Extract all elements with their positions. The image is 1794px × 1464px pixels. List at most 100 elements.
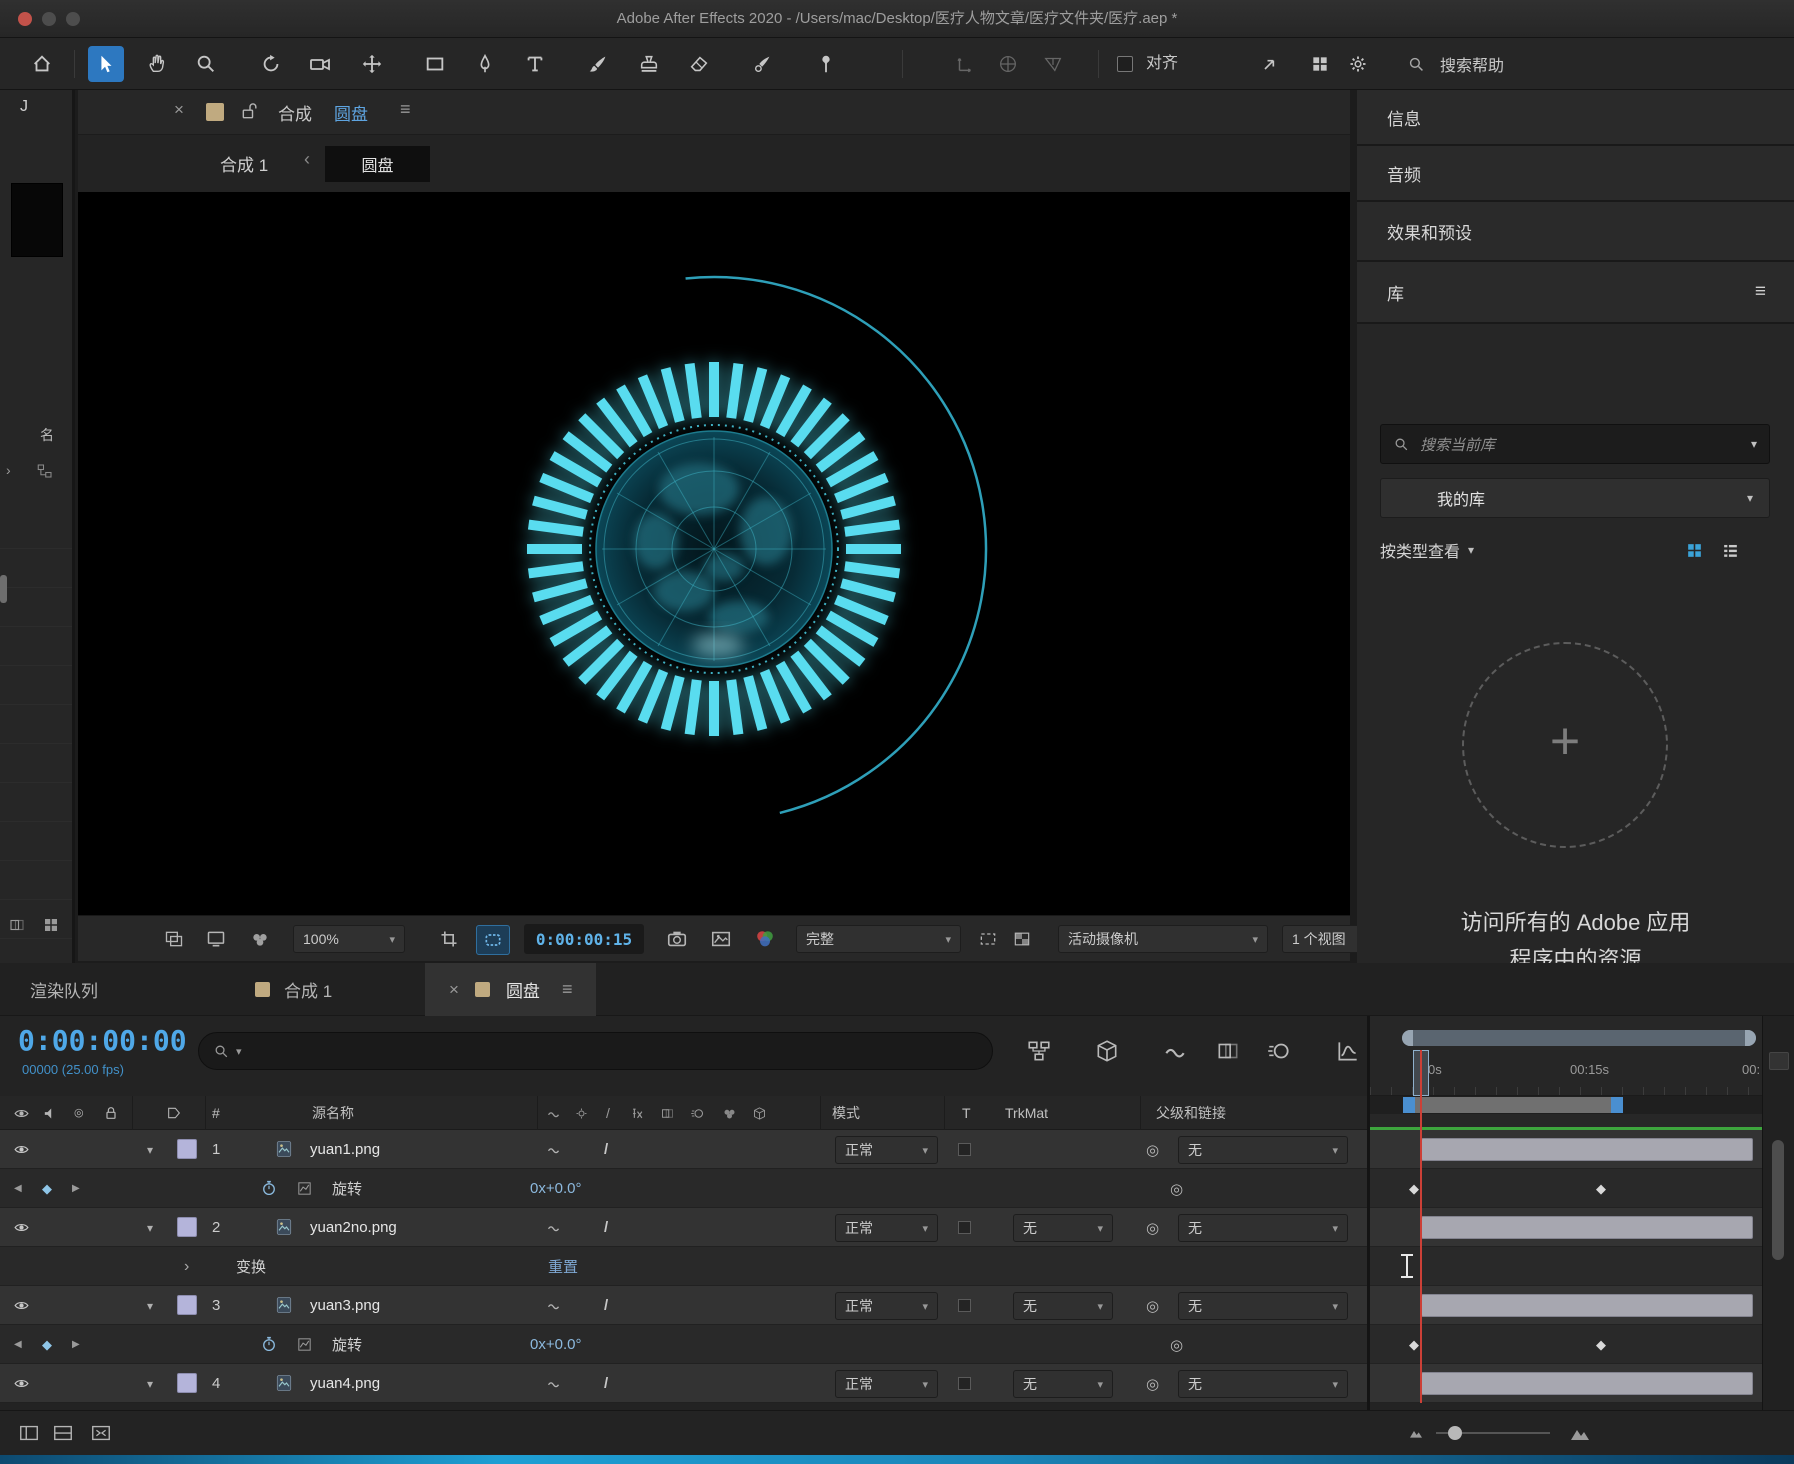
scrollbar-thumb[interactable] <box>0 575 7 603</box>
source-name-header[interactable]: 源名称 <box>312 1096 354 1130</box>
graph-toggle-icon[interactable] <box>296 1180 313 1197</box>
panel-menu-icon[interactable]: ≡ <box>400 99 411 120</box>
property-name[interactable]: 旋转 <box>332 1325 362 1364</box>
draft-3d-icon[interactable] <box>1094 1038 1120 1064</box>
rotation-property-row-1[interactable]: ◀ ◆ ▶ 旋转 0x+0.0° ◎ <box>0 1169 1367 1208</box>
layer-row-2[interactable]: ▾ 2 yuan2no.png / 正常 ▾ 无 ▾ ◎ 无 ▾ <box>0 1208 1367 1247</box>
pick-whip-icon[interactable]: ◎ <box>1146 1364 1159 1403</box>
blend-mode-dropdown[interactable]: 正常 ▾ <box>835 1136 938 1164</box>
transfer-controls-pane-toggle[interactable] <box>52 1422 74 1444</box>
layer-duration-bar[interactable] <box>1421 1372 1753 1395</box>
resolution-dropdown[interactable]: 完整 ▾ <box>796 925 961 953</box>
visibility-toggle[interactable] <box>13 1375 30 1392</box>
panel-menu-icon[interactable]: ≡ <box>1755 281 1766 303</box>
shy-switch[interactable] <box>546 1376 561 1391</box>
index-column-header[interactable]: # <box>212 1096 220 1130</box>
axis-mode-view[interactable] <box>1035 46 1071 82</box>
in-out-pane-toggle[interactable] <box>90 1422 112 1444</box>
work-area-bar[interactable] <box>1410 1097 1618 1113</box>
grid-view-icon[interactable] <box>1685 541 1704 560</box>
expand-arrow[interactable]: › <box>6 462 11 478</box>
blend-mode-dropdown[interactable]: 正常 ▾ <box>835 1214 938 1242</box>
work-area-start-handle[interactable] <box>1403 1097 1415 1113</box>
tab-comp-1[interactable]: 合成 1 <box>255 963 332 1016</box>
keyframe-indicator[interactable]: ◆ <box>42 1325 52 1364</box>
channel-dots-icon[interactable] <box>250 929 270 949</box>
panel-tab-audio[interactable]: 音频 <box>1357 146 1794 202</box>
panel-menu-icon[interactable]: ≡ <box>562 979 573 1000</box>
property-name[interactable]: 旋转 <box>332 1169 362 1208</box>
quality-switch[interactable]: / <box>604 1208 608 1247</box>
brush-tool[interactable] <box>580 46 616 82</box>
view-by-type-label[interactable]: 按类型查看 <box>1380 538 1460 562</box>
layer-switches-pane-toggle[interactable] <box>18 1422 40 1444</box>
pan-behind-tool[interactable] <box>354 46 390 82</box>
transform-group-label[interactable]: 变换 <box>236 1247 266 1286</box>
name-column-header[interactable]: 名 <box>40 425 54 445</box>
pick-whip-icon[interactable]: ◎ <box>1170 1325 1183 1364</box>
rotation-property-row-3[interactable]: ◀ ◆ ▶ 旋转 0x+0.0° ◎ <box>0 1325 1367 1364</box>
fx-switch-icon[interactable] <box>630 1106 645 1121</box>
zoom-in-icon[interactable] <box>1568 1421 1592 1445</box>
parent-dropdown[interactable]: 无 ▾ <box>1178 1292 1348 1320</box>
composition-item-icon[interactable] <box>36 462 54 480</box>
audio-column-icon[interactable] <box>42 1105 59 1122</box>
selection-tool[interactable] <box>88 46 124 82</box>
preserve-transparency-toggle[interactable] <box>958 1377 971 1390</box>
comp-tab-name[interactable]: 圆盘 <box>334 100 368 125</box>
layer-duration-bar[interactable] <box>1421 1294 1753 1317</box>
adjustment-switch-icon[interactable] <box>722 1106 737 1121</box>
graph-editor-icon[interactable] <box>1335 1038 1361 1064</box>
clone-stamp-tool[interactable] <box>631 46 667 82</box>
quality-switch[interactable]: / <box>604 1130 608 1169</box>
preview-timecode[interactable]: 0:00:00:15 <box>524 924 644 954</box>
shy-layers-icon[interactable] <box>1162 1038 1188 1064</box>
frame-blending-icon[interactable] <box>1215 1038 1241 1064</box>
navigator-end-handle[interactable] <box>1745 1030 1756 1046</box>
layer-name[interactable]: yuan4.png <box>310 1364 380 1403</box>
prev-keyframe-button[interactable]: ◀ <box>14 1169 22 1208</box>
stopwatch-icon[interactable] <box>260 1179 278 1197</box>
zoom-out-icon[interactable] <box>1408 1425 1424 1441</box>
shy-switch-icon[interactable] <box>546 1106 561 1121</box>
track-row-layer-2[interactable] <box>1370 1208 1762 1247</box>
motion-path-button[interactable] <box>1252 46 1288 82</box>
roto-brush-tool[interactable] <box>745 46 781 82</box>
pick-whip-icon[interactable]: ◎ <box>1170 1169 1183 1208</box>
region-of-interest-icon[interactable] <box>978 929 998 949</box>
disclosure-triangle[interactable]: ▾ <box>147 1286 153 1325</box>
tab-render-queue[interactable]: 渲染队列 <box>30 963 98 1016</box>
show-snapshot-icon[interactable] <box>710 928 732 950</box>
disclosure-triangle[interactable]: ▾ <box>147 1364 153 1403</box>
workspace-grid-button[interactable] <box>1302 46 1338 82</box>
track-row-layer-3[interactable] <box>1370 1286 1762 1325</box>
library-drop-zone[interactable]: + <box>1462 642 1668 848</box>
track-row-layer-1[interactable] <box>1370 1130 1762 1169</box>
zoom-tool[interactable] <box>188 46 224 82</box>
mask-visibility-toggle[interactable] <box>476 925 510 955</box>
keyframe-diamond[interactable]: ◆ <box>1409 1169 1419 1208</box>
comp-marker-button[interactable] <box>1769 1052 1789 1070</box>
track-row-rotation-1[interactable]: ◆ ◆ <box>1370 1169 1762 1208</box>
mini-flowchart-icon[interactable] <box>1026 1038 1052 1064</box>
timeline-zoom-slider[interactable] <box>1436 1426 1550 1440</box>
parent-dropdown[interactable]: 无 ▾ <box>1178 1214 1348 1242</box>
pen-tool[interactable] <box>467 46 503 82</box>
work-area-end-handle[interactable] <box>1611 1097 1623 1113</box>
keyframe-diamond[interactable]: ◆ <box>1409 1325 1419 1364</box>
transform-group-row[interactable]: › 变换 重置 <box>0 1247 1367 1286</box>
parent-dropdown[interactable]: 无 ▾ <box>1178 1370 1348 1398</box>
mode-column-header[interactable]: 模式 <box>832 1096 860 1130</box>
visibility-toggle[interactable] <box>13 1219 30 1236</box>
blend-mode-dropdown[interactable]: 正常 ▾ <box>835 1370 938 1398</box>
group-disclosure[interactable]: › <box>184 1247 189 1286</box>
timeline-search-field[interactable]: ▾ <box>198 1032 993 1070</box>
lock-column-icon[interactable] <box>103 1105 119 1121</box>
shy-switch[interactable] <box>546 1220 561 1235</box>
video-column-icon[interactable] <box>13 1105 30 1122</box>
layer-name[interactable]: yuan3.png <box>310 1286 380 1325</box>
type-tool[interactable] <box>517 46 553 82</box>
snapshot-icon[interactable] <box>666 928 688 950</box>
hand-tool[interactable] <box>139 46 175 82</box>
my-library-dropdown[interactable]: 我的库 ▾ <box>1380 478 1770 518</box>
